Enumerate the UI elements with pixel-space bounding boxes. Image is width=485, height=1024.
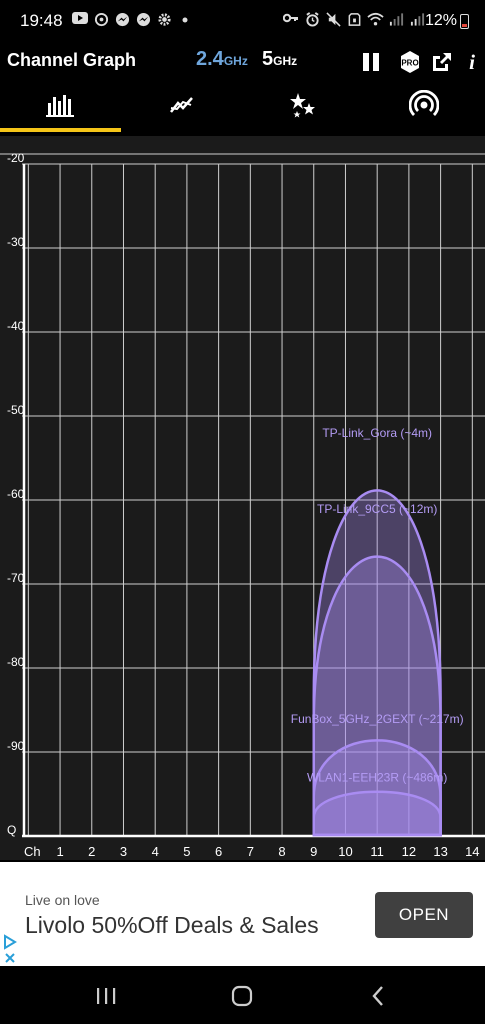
network-label: TP-Link_9CC5 (~12m): [317, 502, 437, 516]
key-icon: [282, 12, 299, 28]
x-tick-label: 8: [278, 844, 285, 859]
status-bar: 19:48 12%: [0, 0, 485, 44]
youtube-icon: [72, 12, 88, 28]
band-5-value: 5: [262, 48, 274, 70]
x-tick-label: 2: [88, 844, 95, 859]
x-axis-label: Ch: [24, 844, 41, 859]
network-label: FunBox_5GHz_2GEXT (~217m): [291, 712, 464, 726]
x-tick-label: 10: [338, 844, 352, 859]
share-icon[interactable]: [428, 48, 456, 76]
alarm-icon: [304, 12, 320, 28]
pause-icon[interactable]: [357, 48, 385, 76]
bar-chart-icon: [45, 93, 76, 122]
x-tick-label: 6: [215, 844, 222, 859]
home-icon[interactable]: [227, 984, 257, 1008]
battery-percent: 12%: [424, 12, 457, 29]
settings-icon: [156, 12, 172, 28]
stars-icon: [289, 92, 317, 123]
tab-time-graph[interactable]: [121, 82, 242, 132]
notification-icons: [72, 12, 193, 28]
back-icon[interactable]: [363, 984, 393, 1008]
x-tick-label: 7: [247, 844, 254, 859]
dot-icon: [177, 12, 193, 28]
y-tick-label: -90: [7, 739, 25, 753]
nfc-icon: [346, 12, 362, 28]
channel-graph-chart: -20 -30 -40 -50 -60 -70 -80 -90 Q Ch 1 2 3 4 5 6 7 8 9 10 11…: [0, 136, 485, 860]
y-tick-label: Q: [7, 823, 16, 837]
app-header: Channel Graph 2.4GHz 5GHz PRO i: [0, 44, 485, 82]
y-tick-label: -40: [7, 319, 25, 333]
x-tick-label: 9: [310, 844, 317, 859]
recent-apps-icon[interactable]: [91, 984, 121, 1008]
band-5-unit: GHz: [273, 54, 298, 68]
page-title: Channel Graph: [7, 50, 137, 70]
network-label: TP-Link_Gora (~4m): [322, 426, 432, 440]
tab-indicator: [0, 128, 121, 132]
battery-icon: [460, 14, 469, 29]
status-time: 19:48: [20, 11, 63, 30]
system-nav-bar: [0, 966, 485, 1024]
band-2-4ghz-button[interactable]: 2.4GHz: [196, 48, 248, 71]
signal-icon: [409, 12, 425, 28]
network-curve: [312, 790, 442, 837]
band-24-unit: GHz: [223, 54, 248, 68]
channel-graph-svg: -20-30-40-50-60-70-80-90QCh 1 2 3 4 5 6 7 8 9 10 11…: [0, 151, 485, 859]
ad-subtitle: Live on love: [25, 892, 100, 908]
x-tick-label: 1: [56, 844, 63, 859]
access-point-icon: [408, 89, 439, 125]
pro-badge-label: PRO: [401, 59, 418, 68]
y-tick-label: -20: [7, 151, 25, 165]
ad-choices-icon[interactable]: [3, 934, 17, 964]
x-tick-label: 14: [465, 844, 479, 859]
y-tick-label: -60: [7, 487, 25, 501]
x-tick-label: 11: [370, 844, 384, 859]
system-icons: [282, 12, 425, 28]
band-5ghz-button[interactable]: 5GHz: [262, 48, 297, 71]
x-tick-label: 4: [152, 844, 159, 859]
messenger-icon: [114, 12, 130, 28]
time-graph-icon: [169, 94, 195, 121]
y-tick-label: -80: [7, 655, 25, 669]
ad-open-button[interactable]: OPEN: [375, 892, 473, 938]
pro-badge-icon[interactable]: PRO: [396, 48, 424, 76]
band-24-value: 2.4: [196, 48, 224, 70]
x-tick-label: 5: [183, 844, 190, 859]
wifi-icon: [367, 12, 384, 28]
network-label: WLAN1-EEH23R (~486m): [307, 771, 447, 785]
x-tick-label: 13: [433, 844, 447, 859]
ad-title[interactable]: Livolo 50%Off Deals & Sales: [25, 912, 319, 939]
x-tick-label: 3: [120, 844, 127, 859]
y-tick-label: -30: [7, 235, 25, 249]
info-icon[interactable]: i: [458, 48, 485, 76]
mute-icon: [325, 12, 341, 28]
tab-channel-graph[interactable]: [0, 82, 121, 132]
ad-banner[interactable]: Live on love Livolo 50%Off Deals & Sales…: [0, 862, 485, 966]
tab-bar: [0, 82, 485, 132]
signal-icon: [388, 12, 404, 28]
sync-icon: [93, 12, 109, 28]
tab-channel-rating[interactable]: [242, 82, 363, 132]
tab-access-points[interactable]: [363, 82, 484, 132]
messenger-icon: [135, 12, 151, 28]
y-tick-label: -70: [7, 571, 25, 585]
x-tick-label: 12: [402, 844, 416, 859]
y-tick-label: -50: [7, 403, 25, 417]
